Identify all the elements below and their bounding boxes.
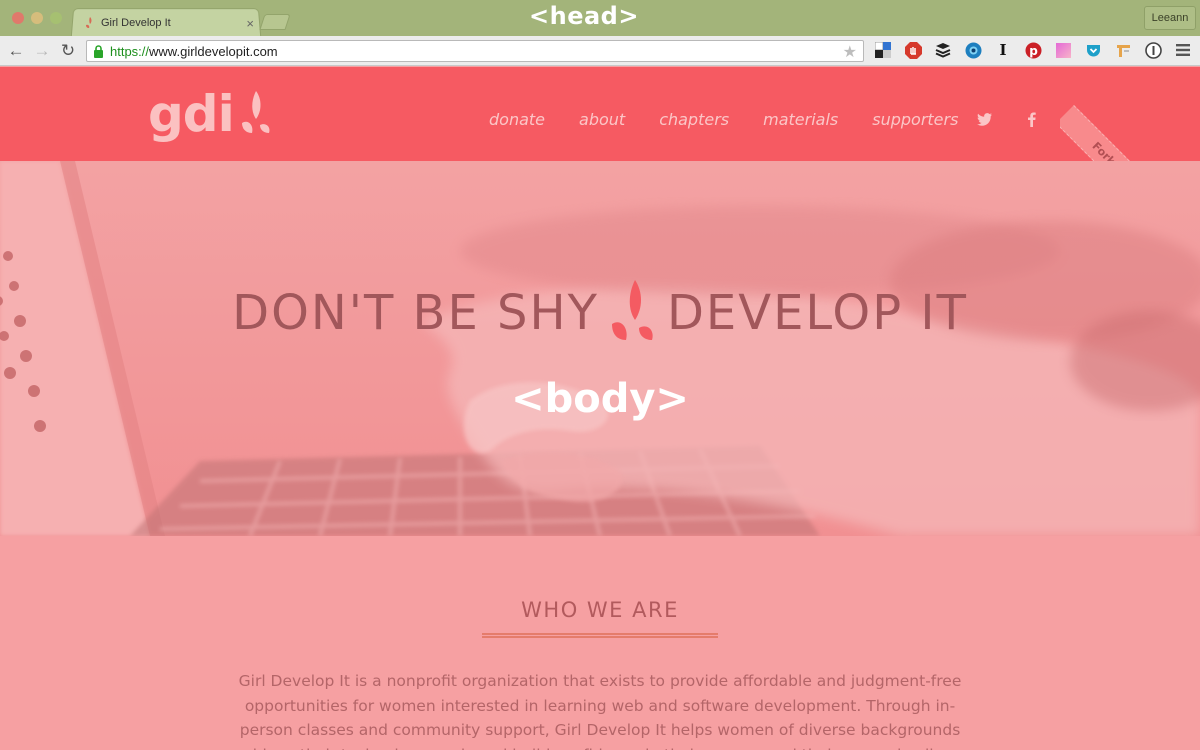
site-header: gdi donate about chapters materials supp… <box>0 67 1200 161</box>
drop-logo-icon <box>611 280 653 340</box>
drop-logo-icon <box>242 91 270 133</box>
section-title: WHO WE ARE <box>521 598 679 622</box>
reload-icon[interactable]: ↻ <box>58 41 78 61</box>
menu-icon[interactable] <box>1174 41 1192 59</box>
nav-chapters[interactable]: chapters <box>659 110 729 129</box>
section-divider <box>482 633 718 638</box>
chrome-icon[interactable] <box>964 41 982 59</box>
body-annotation: <body> <box>511 376 689 422</box>
address-bar[interactable]: https://www.girldevelopit.com ★ <box>86 40 864 62</box>
url-host: www.girldevelopit.com <box>149 43 278 59</box>
gdi-logo[interactable]: gdi <box>148 85 272 145</box>
mission-paragraph: Girl Develop It is a nonprofit organizat… <box>235 672 966 750</box>
bookmark-star-icon[interactable]: ★ <box>843 42 857 62</box>
onepassword-icon[interactable] <box>1144 41 1162 59</box>
instapaper-icon[interactable]: I <box>994 41 1012 59</box>
nav-supporters[interactable]: supporters <box>872 110 958 129</box>
nav-about[interactable]: about <box>579 110 625 129</box>
facebook-icon[interactable] <box>1024 111 1040 127</box>
hero-headline-right: DEVELOP IT <box>666 285 968 341</box>
nav-materials[interactable]: materials <box>763 110 838 129</box>
adblock-icon[interactable] <box>904 41 922 59</box>
logo-text: gdi <box>148 85 235 143</box>
hero-headline-left: DON'T BE SHY <box>232 285 599 341</box>
laptop-typing-photo <box>0 161 1200 536</box>
head-annotation: <head> <box>529 2 639 30</box>
twitter-icon[interactable] <box>977 111 993 127</box>
back-arrow-icon[interactable]: ← <box>6 41 26 61</box>
pinterest-icon[interactable]: p <box>1024 41 1042 59</box>
url-text: https://www.girldevelopit.com <box>110 44 278 59</box>
forward-arrow-icon[interactable]: → <box>32 41 52 61</box>
delicious-icon[interactable] <box>874 41 892 59</box>
buffer-icon[interactable] <box>934 41 952 59</box>
url-scheme: https:// <box>110 43 150 59</box>
profile-button[interactable]: Leeann <box>1144 6 1196 30</box>
nav-donate[interactable]: donate <box>489 110 545 129</box>
toolbox-icon[interactable] <box>1114 41 1132 59</box>
hero-headline: DON'T BE SHY DEVELOP IT <box>0 278 1200 348</box>
color-picker-icon[interactable] <box>1054 41 1072 59</box>
pocket-icon[interactable] <box>1084 41 1102 59</box>
browser-toolbar: ← → ↻ https://www.girldevelopit.com ★ <box>0 36 1200 66</box>
who-we-are-section: WHO WE ARE Girl Develop It is a nonprofi… <box>0 536 1200 750</box>
hero-banner: DON'T BE SHY DEVELOP IT <body> <box>0 161 1200 536</box>
svg-text:p: p <box>1029 44 1038 58</box>
main-nav: donate about chapters materials supporte… <box>489 110 958 129</box>
lock-icon <box>94 44 103 58</box>
